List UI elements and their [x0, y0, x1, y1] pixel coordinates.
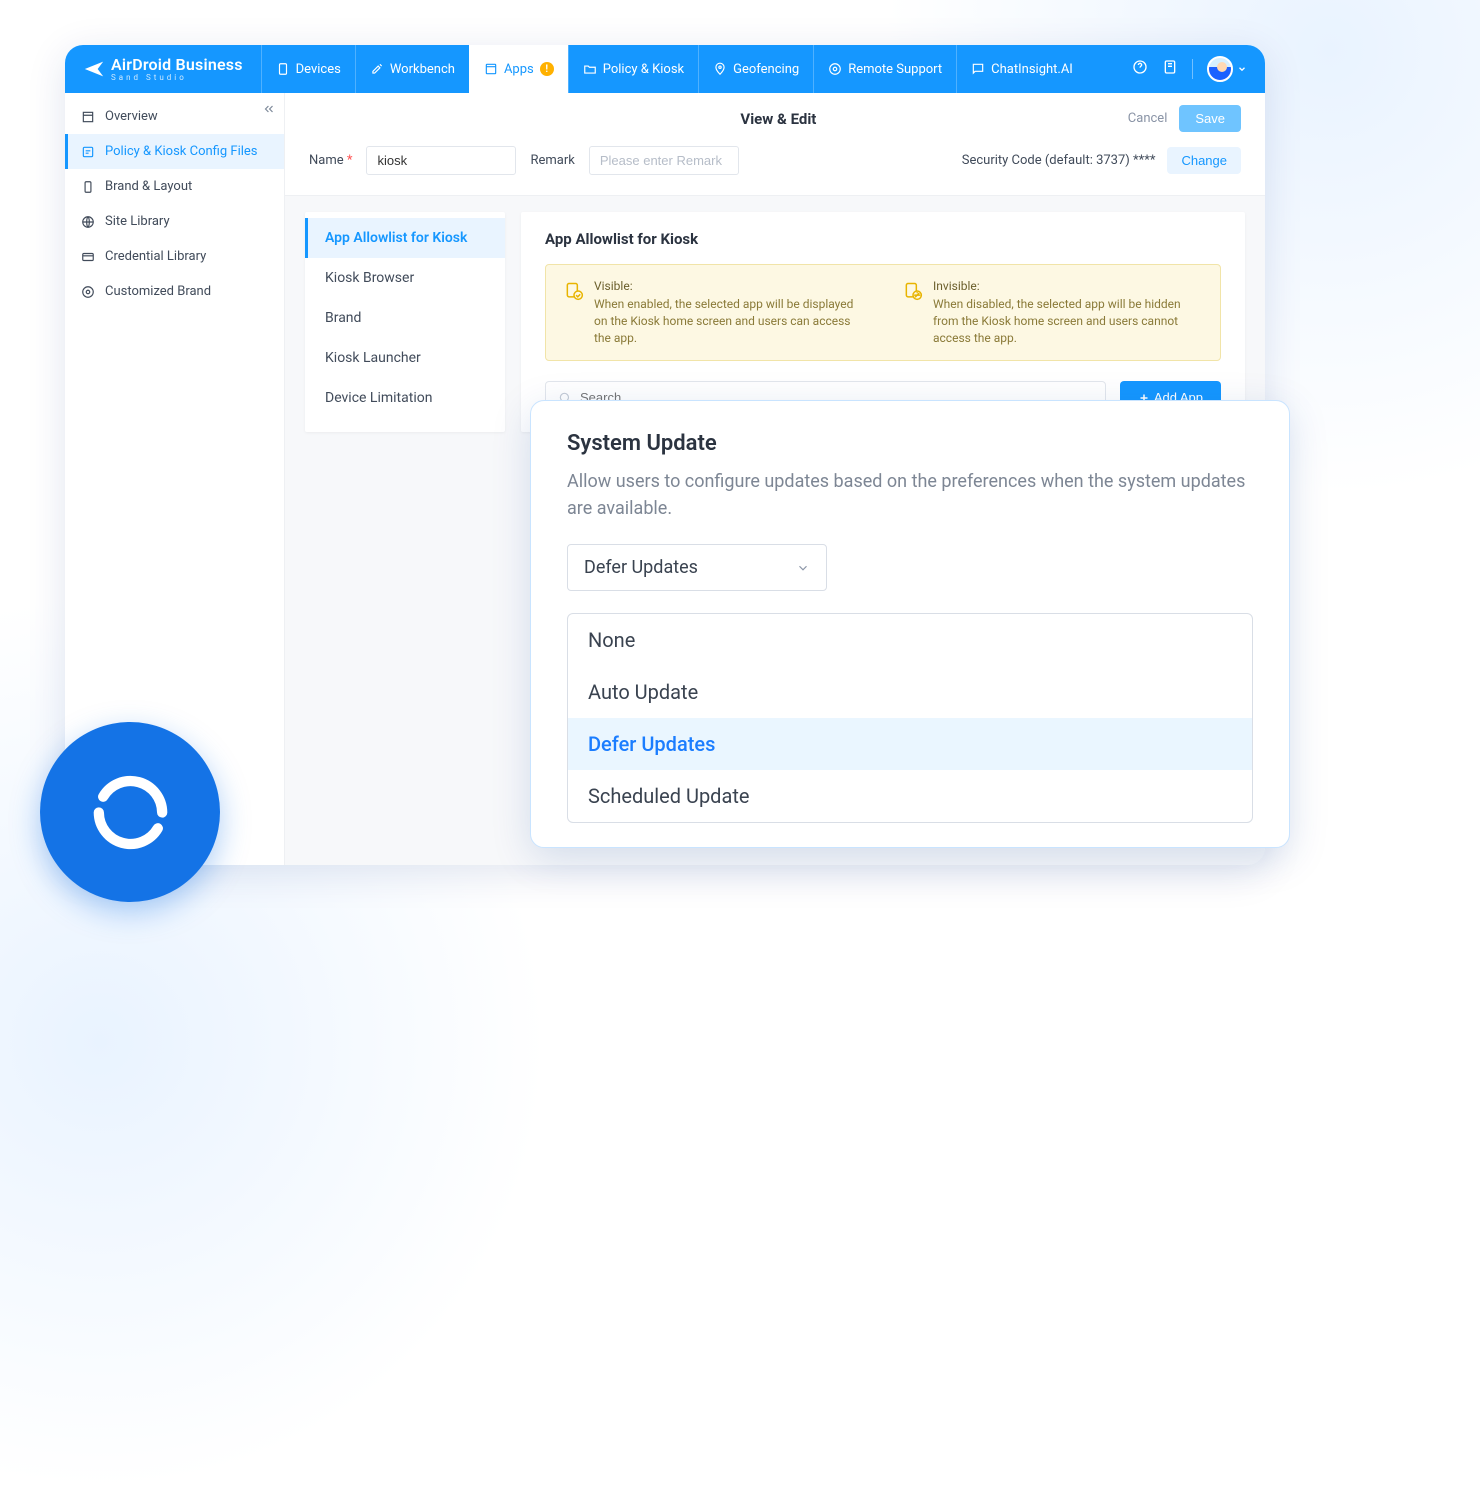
- option-none[interactable]: None: [568, 614, 1252, 666]
- update-select-value: Defer Updates: [584, 557, 698, 578]
- folder-icon: [583, 62, 597, 76]
- invisible-text: When disabled, the selected app will be …: [933, 296, 1202, 346]
- save-button[interactable]: Save: [1179, 105, 1241, 132]
- nav-policy[interactable]: Policy & Kiosk: [568, 45, 698, 93]
- sidebar-item-customized[interactable]: Customized Brand: [65, 274, 284, 309]
- page-title: View & Edit: [429, 110, 1128, 128]
- invisible-icon: [903, 281, 923, 346]
- option-defer-updates[interactable]: Defer Updates: [568, 718, 1252, 770]
- change-code-button[interactable]: Change: [1167, 147, 1241, 174]
- header-right: [1132, 56, 1247, 82]
- panel-title: App Allowlist for Kiosk: [545, 230, 1221, 248]
- avatar: [1207, 56, 1233, 82]
- visible-icon: [564, 281, 584, 346]
- sync-badge: [40, 722, 220, 902]
- kiosk-subnav: App Allowlist for Kiosk Kiosk Browser Br…: [305, 212, 505, 432]
- app-header: AirDroid Business Sand Studio Devices Wo…: [65, 45, 1265, 93]
- tools-icon: [370, 62, 384, 76]
- top-nav: Devices Workbench Apps ! Policy & Kiosk …: [261, 45, 1087, 93]
- option-scheduled-update[interactable]: Scheduled Update: [568, 770, 1252, 822]
- security-code-label: Security Code (default: 3737) ****: [962, 153, 1156, 168]
- nav-remote-support[interactable]: Remote Support: [813, 45, 956, 93]
- devices-icon: [276, 62, 290, 76]
- remark-input[interactable]: [589, 146, 739, 175]
- apps-icon: [484, 62, 498, 76]
- remark-label: Remark: [530, 153, 574, 168]
- sidebar-item-overview[interactable]: Overview: [65, 99, 284, 134]
- support-icon: [828, 62, 842, 76]
- subnav-limitation[interactable]: Device Limitation: [305, 378, 505, 418]
- sidebar-item-credential[interactable]: Credential Library: [65, 239, 284, 274]
- cancel-button[interactable]: Cancel: [1128, 111, 1168, 126]
- alert-badge: !: [540, 62, 554, 76]
- chevron-down-icon: [1237, 64, 1247, 74]
- globe-icon: [81, 215, 95, 229]
- nav-chatinsight[interactable]: ChatInsight.AI: [956, 45, 1087, 93]
- nav-apps[interactable]: Apps !: [469, 45, 568, 93]
- subnav-launcher[interactable]: Kiosk Launcher: [305, 338, 505, 378]
- invisible-title: Invisible:: [933, 279, 1202, 293]
- chevron-down-icon: [796, 561, 810, 575]
- sidebar-item-site-library[interactable]: Site Library: [65, 204, 284, 239]
- logo-title: AirDroid Business: [111, 57, 243, 73]
- user-menu[interactable]: [1207, 56, 1247, 82]
- option-auto-update[interactable]: Auto Update: [568, 666, 1252, 718]
- nav-devices[interactable]: Devices: [261, 45, 355, 93]
- sidebar-item-brand-layout[interactable]: Brand & Layout: [65, 169, 284, 204]
- name-input[interactable]: [366, 146, 516, 175]
- logo-icon: [83, 58, 105, 80]
- subnav-brand[interactable]: Brand: [305, 298, 505, 338]
- subnav-browser[interactable]: Kiosk Browser: [305, 258, 505, 298]
- nav-geofencing[interactable]: Geofencing: [698, 45, 813, 93]
- config-form: Name * Remark Security Code (default: 37…: [285, 132, 1265, 196]
- custom-icon: [81, 285, 95, 299]
- sync-icon: [83, 765, 178, 860]
- visibility-info-box: Visible: When enabled, the selected app …: [545, 264, 1221, 361]
- logo: AirDroid Business Sand Studio: [83, 57, 243, 82]
- notification-icon[interactable]: [1162, 59, 1178, 79]
- help-icon[interactable]: [1132, 59, 1148, 79]
- visible-title: Visible:: [594, 279, 863, 293]
- credential-icon: [81, 250, 95, 264]
- name-label: Name *: [309, 153, 352, 168]
- config-icon: [81, 145, 95, 159]
- device-icon: [81, 180, 95, 194]
- system-update-popover: System Update Allow users to configure u…: [530, 400, 1290, 848]
- titlebar: View & Edit Cancel Save: [285, 93, 1265, 132]
- subnav-allowlist[interactable]: App Allowlist for Kiosk: [305, 218, 505, 258]
- location-icon: [713, 62, 727, 76]
- popover-description: Allow users to configure updates based o…: [567, 468, 1253, 522]
- update-options-dropdown: None Auto Update Defer Updates Scheduled…: [567, 613, 1253, 823]
- sidebar-item-policy[interactable]: Policy & Kiosk Config Files: [65, 134, 284, 169]
- chat-icon: [971, 62, 985, 76]
- update-select[interactable]: Defer Updates: [567, 544, 827, 591]
- nav-workbench[interactable]: Workbench: [355, 45, 469, 93]
- logo-subtitle: Sand Studio: [111, 74, 243, 82]
- visible-text: When enabled, the selected app will be d…: [594, 296, 863, 346]
- overview-icon: [81, 110, 95, 124]
- popover-title: System Update: [567, 431, 1253, 456]
- collapse-sidebar-icon[interactable]: [262, 101, 276, 120]
